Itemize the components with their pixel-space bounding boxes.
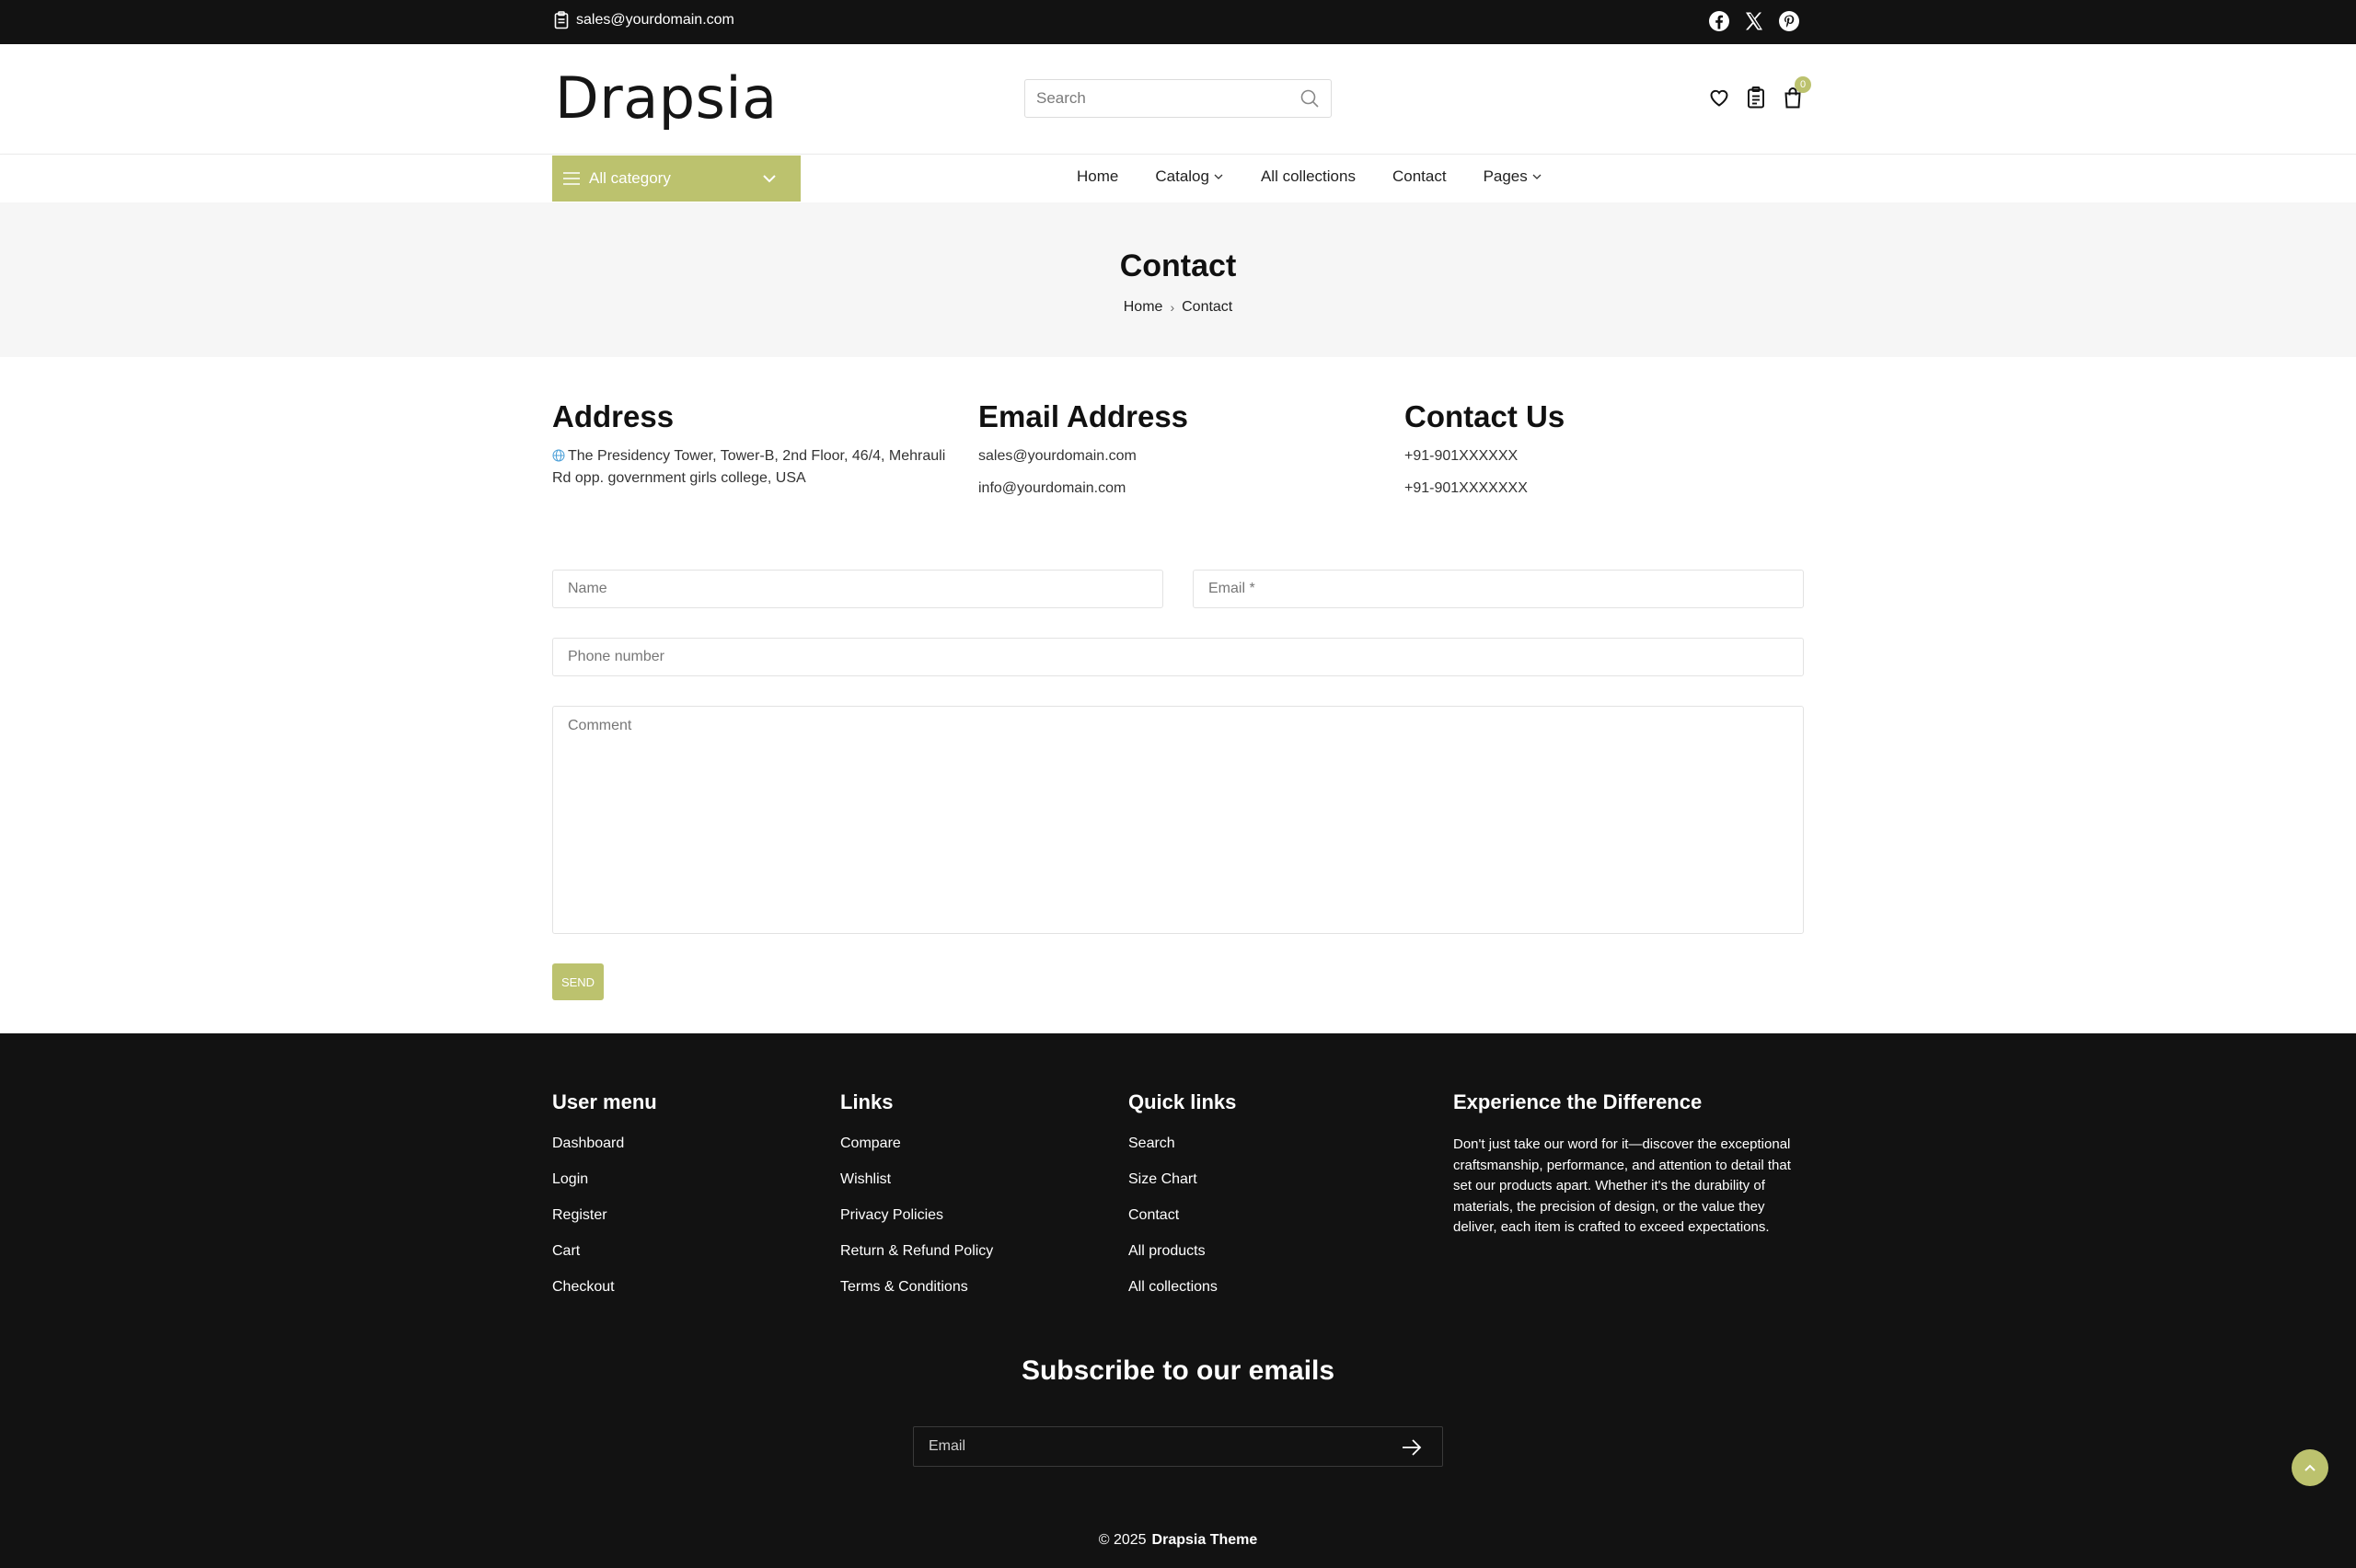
contact-us-title: Contact Us: [1404, 399, 1565, 433]
address-line-2: Rd opp. government girls college, USA: [552, 470, 806, 486]
search-icon[interactable]: [1299, 88, 1320, 109]
main-navbar: All category Home Catalog All collection…: [0, 155, 2356, 202]
nav-links: Home Catalog All collections Contact Pag…: [1077, 167, 1542, 186]
all-category-label: All category: [589, 169, 671, 187]
cart-count-badge: 0: [1795, 76, 1811, 93]
copyright-brand[interactable]: Drapsia Theme: [1152, 1532, 1258, 1548]
address-column: Address The Presidency Tower, Tower-B, 2…: [552, 399, 948, 490]
all-category-dropdown[interactable]: All category: [552, 156, 801, 202]
header-icons: 0: [1708, 76, 1811, 110]
phone-1[interactable]: +91-901XXXXXX: [1404, 445, 1800, 467]
footer-links: Links Compare Wishlist Privacy Policies …: [840, 1090, 993, 1314]
clipboard-icon: [554, 11, 569, 29]
site-header: Drapsia 0: [0, 44, 2356, 155]
copyright-year: © 2025: [1098, 1532, 1147, 1548]
site-logo[interactable]: Drapsia: [555, 64, 778, 132]
footer-experience-title: Experience the Difference: [1453, 1090, 1703, 1113]
heart-icon[interactable]: [1708, 86, 1730, 110]
nav-contact-label: Contact: [1392, 167, 1447, 185]
top-bar: sales@yourdomain.com: [0, 0, 2356, 44]
comment-field[interactable]: [552, 706, 1804, 934]
scroll-to-top-button[interactable]: [2292, 1449, 2328, 1486]
page-header: Contact Home › Contact: [0, 202, 2356, 357]
email-info[interactable]: info@yourdomain.com: [978, 478, 1374, 500]
footer-link-checkout[interactable]: Checkout: [552, 1279, 615, 1295]
arrow-right-icon[interactable]: [1402, 1438, 1422, 1457]
nav-contact[interactable]: Contact: [1392, 167, 1447, 186]
search-input[interactable]: [1025, 80, 1292, 117]
email-input[interactable]: [1194, 571, 1803, 607]
name-input[interactable]: [553, 571, 1162, 607]
address-text: The Presidency Tower, Tower-B, 2nd Floor…: [552, 445, 948, 490]
chevron-up-icon: [2304, 1464, 2316, 1471]
name-field[interactable]: [552, 570, 1163, 608]
email-field[interactable]: [1193, 570, 1804, 608]
cart-button[interactable]: 0: [1782, 76, 1811, 110]
footer-link-all-collections[interactable]: All collections: [1128, 1279, 1218, 1295]
footer-link-contact[interactable]: Contact: [1128, 1207, 1179, 1223]
email-column: Email Address sales@yourdomain.com info@…: [978, 399, 1374, 510]
email-title: Email Address: [978, 399, 1189, 433]
breadcrumb-home[interactable]: Home: [1124, 299, 1163, 316]
subscribe-form[interactable]: [913, 1426, 1443, 1467]
nav-home[interactable]: Home: [1077, 167, 1118, 186]
nav-catalog[interactable]: Catalog: [1155, 167, 1224, 186]
subscribe-email-input[interactable]: [914, 1427, 1374, 1466]
page-title: Contact: [1119, 248, 1237, 283]
footer-user-menu-title: User menu: [552, 1090, 657, 1113]
nav-home-label: Home: [1077, 167, 1119, 185]
x-twitter-icon[interactable]: [1743, 10, 1765, 32]
pinterest-icon[interactable]: [1778, 10, 1800, 32]
footer-link-all-products[interactable]: All products: [1128, 1243, 1206, 1259]
footer-experience-text: Don't just take our word for it—discover…: [1453, 1136, 1791, 1235]
facebook-icon[interactable]: [1708, 10, 1730, 32]
footer-link-privacy[interactable]: Privacy Policies: [840, 1207, 943, 1223]
footer-link-dashboard[interactable]: Dashboard: [552, 1136, 624, 1151]
nav-catalog-label: Catalog: [1155, 167, 1209, 185]
breadcrumb-current: Contact: [1182, 299, 1233, 315]
comment-textarea[interactable]: [553, 707, 1803, 933]
address-title: Address: [552, 399, 675, 433]
footer-link-register[interactable]: Register: [552, 1207, 607, 1223]
subscribe-title: Subscribe to our emails: [1021, 1355, 1335, 1386]
topbar-email-text[interactable]: sales@yourdomain.com: [576, 12, 734, 29]
compare-clipboard-icon[interactable]: [1745, 86, 1767, 110]
footer-link-size-chart[interactable]: Size Chart: [1128, 1171, 1197, 1187]
topbar-email[interactable]: sales@yourdomain.com: [554, 11, 734, 29]
footer-quick-links: Quick links Search Size Chart Contact Al…: [1128, 1090, 1236, 1314]
nav-pages-label: Pages: [1483, 167, 1528, 185]
chevron-down-icon: [763, 175, 776, 183]
address-line-1: The Presidency Tower, Tower-B, 2nd Floor…: [568, 448, 946, 464]
phone-2[interactable]: +91-901XXXXXXX: [1404, 478, 1800, 500]
breadcrumb-separator: ›: [1170, 300, 1175, 315]
send-button[interactable]: SEND: [552, 963, 604, 1000]
footer-link-terms[interactable]: Terms & Conditions: [840, 1279, 968, 1295]
footer-link-compare[interactable]: Compare: [840, 1136, 901, 1151]
chevron-down-icon: [1214, 174, 1223, 179]
footer-quick-links-title: Quick links: [1128, 1090, 1237, 1113]
chevron-down-icon: [1532, 174, 1542, 179]
footer-links-title: Links: [840, 1090, 894, 1113]
hamburger-icon: [563, 172, 580, 185]
nav-pages[interactable]: Pages: [1484, 167, 1542, 186]
phone-field[interactable]: [552, 638, 1804, 676]
social-links: [1708, 10, 1800, 32]
site-footer: User menu Dashboard Login Register Cart …: [0, 1033, 2356, 1568]
nav-all-collections-label: All collections: [1260, 167, 1356, 185]
footer-link-wishlist[interactable]: Wishlist: [840, 1171, 891, 1187]
footer-link-refund[interactable]: Return & Refund Policy: [840, 1243, 993, 1259]
phone-column: Contact Us +91-901XXXXXX +91-901XXXXXXX: [1404, 399, 1800, 510]
footer-link-login[interactable]: Login: [552, 1171, 588, 1187]
footer-link-cart[interactable]: Cart: [552, 1243, 580, 1259]
footer-link-search[interactable]: Search: [1128, 1136, 1175, 1151]
email-sales[interactable]: sales@yourdomain.com: [978, 445, 1374, 467]
copyright: © 2025 Drapsia Theme: [0, 1532, 2356, 1549]
search-box[interactable]: [1024, 79, 1332, 118]
footer-user-menu: User menu Dashboard Login Register Cart …: [552, 1090, 657, 1314]
footer-experience: Experience the Difference Don't just tak…: [1453, 1090, 1807, 1239]
phone-input[interactable]: [553, 639, 1803, 675]
nav-all-collections[interactable]: All collections: [1261, 167, 1356, 186]
globe-icon: [552, 449, 565, 462]
breadcrumb: Home › Contact: [0, 299, 2356, 316]
